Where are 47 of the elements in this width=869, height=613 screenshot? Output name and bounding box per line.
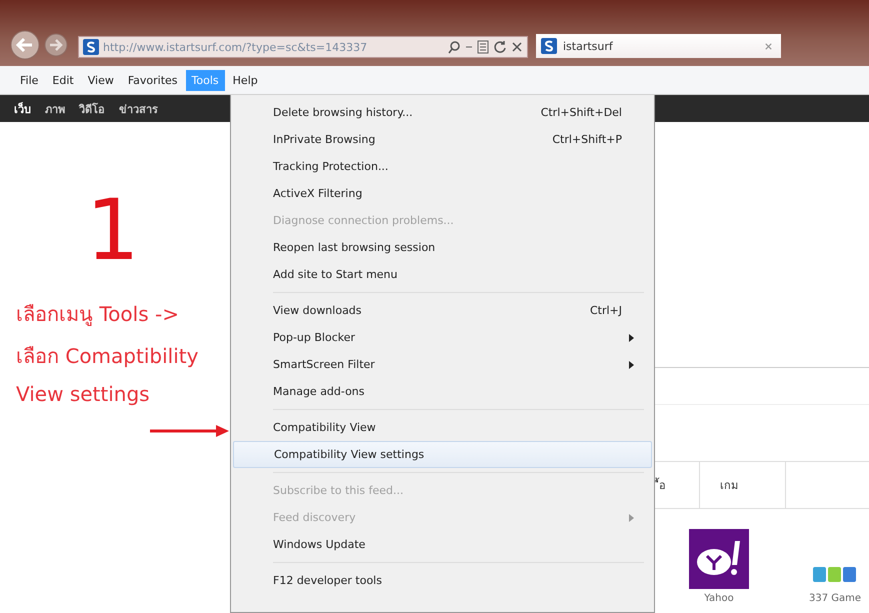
menu-bar-item[interactable]: Help — [226, 70, 264, 90]
menu-item[interactable]: Reopen last browsing session — [233, 234, 652, 261]
step-number: 1 — [86, 188, 140, 272]
url-text: http://www.istartsurf.com/?type=sc&ts=143337 — [103, 40, 368, 54]
site-logo-icon — [541, 38, 557, 54]
search-icon[interactable] — [447, 40, 461, 54]
instruction-text: View settings — [16, 382, 151, 406]
menu-bar-item[interactable]: Edit — [46, 70, 80, 90]
shortcut-text: Ctrl+Shift+P — [552, 133, 622, 146]
menu-bar-item[interactable]: View — [82, 70, 120, 90]
close-icon[interactable] — [511, 41, 523, 53]
menu-item[interactable]: Delete browsing history... Ctrl+Shift+Del — [233, 99, 652, 126]
menu-item[interactable]: Manage add-ons — [233, 378, 652, 405]
instruction-text: เลือกเมนู Tools -> — [16, 301, 180, 328]
menu-item[interactable]: View downloads Ctrl+J — [233, 297, 652, 324]
site-nav-link[interactable]: เว็บ — [14, 100, 31, 118]
menu-item[interactable]: InPrivate Browsing Ctrl+Shift+P — [233, 126, 652, 153]
refresh-icon[interactable] — [493, 40, 507, 54]
menu-bar-item[interactable]: File — [14, 70, 44, 90]
instruction-text: เลือก Comaptibility — [16, 343, 198, 370]
tab-title: istartsurf — [563, 40, 614, 52]
menu-item[interactable]: F12 developer tools — [233, 567, 652, 594]
menu-item[interactable]: Windows Update — [233, 531, 652, 558]
forward-icon[interactable] — [44, 33, 68, 57]
site-logo-icon — [83, 39, 99, 55]
arrow-icon — [150, 424, 230, 438]
close-icon[interactable] — [764, 42, 773, 50]
shortcut-label[interactable]: 337 Game — [809, 593, 862, 604]
menu-item[interactable]: ActiveX Filtering — [233, 180, 652, 207]
menu-item[interactable]: Tracking Protection... — [233, 153, 652, 180]
menu-item[interactable]: Add site to Start menu — [233, 261, 652, 288]
menu-item[interactable]: Pop-up Blocker — [233, 324, 652, 351]
shortcut-label[interactable]: Yahoo — [704, 593, 734, 604]
menu-item[interactable]: Compatibility View settings — [233, 441, 652, 468]
shortcut-text: Ctrl+J — [590, 304, 622, 317]
site-nav-link[interactable]: ภาพ — [45, 100, 65, 118]
yahoo-logo-icon[interactable] — [689, 529, 749, 589]
back-icon[interactable] — [10, 30, 40, 60]
menu-item[interactable]: Compatibility View — [233, 414, 652, 441]
menu-item[interactable]: SmartScreen Filter — [233, 351, 652, 378]
shortcut-text: Ctrl+Shift+Del — [540, 106, 622, 119]
compatibility-icon[interactable] — [477, 40, 489, 54]
browser-tab[interactable]: istartsurf — [536, 34, 781, 58]
site-nav-link[interactable]: ข่าวสาร — [119, 100, 158, 118]
category-tab[interactable]: เกม — [700, 462, 786, 508]
site-nav-link[interactable]: วิดีโอ — [79, 100, 105, 118]
menu-bar-item[interactable]: Favorites — [122, 70, 184, 90]
